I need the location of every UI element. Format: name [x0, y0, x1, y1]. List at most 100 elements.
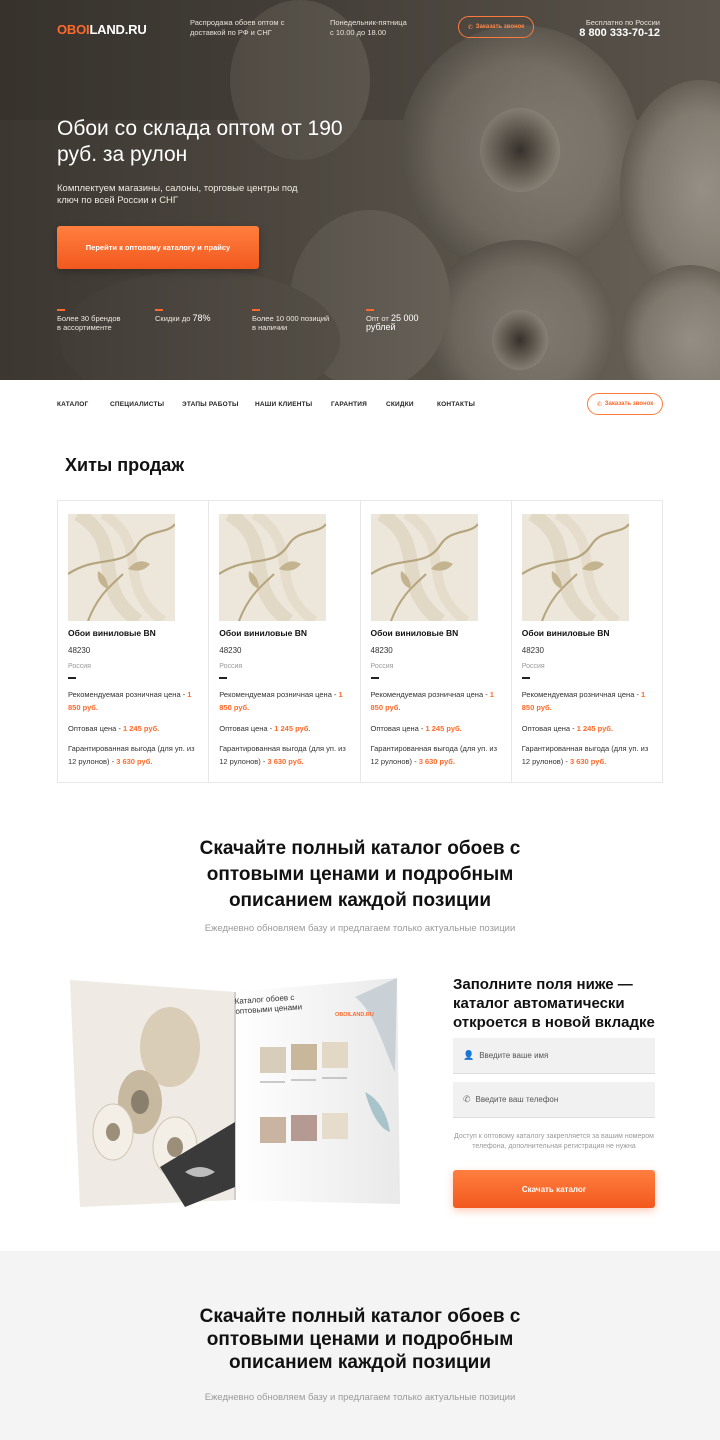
catalog-subtitle: Ежедневно обновляем базу и предлагаем то… — [204, 923, 516, 934]
nav-item-discounts[interactable]: СКИДКИ — [386, 401, 414, 408]
wholesale-price: 1 245 руб. — [576, 724, 613, 733]
product-image[interactable] — [521, 514, 629, 621]
product-name[interactable]: Обои виниловые BN — [522, 628, 610, 638]
logo-part2: LAND.RU — [89, 22, 147, 37]
phone-placeholder: Введите ваш телефон — [475, 1095, 559, 1104]
hero-title: Обои со склада оптом от 190 руб. за руло… — [57, 117, 343, 166]
wallpaper-pattern-image — [68, 514, 175, 621]
stat-positions: Более 10 000 позиций в наличии — [252, 309, 347, 332]
header-callback-button[interactable]: ✆ Заказать звонок — [458, 16, 534, 38]
benefit-value: 3 630 руб. — [569, 757, 607, 766]
product-code: 48230 — [219, 646, 242, 655]
product-code: 48230 — [370, 646, 393, 655]
retail-price-line: Рекомендуемая розничная цена - 1 850 руб… — [371, 688, 506, 714]
wholesale-price: 1 245 руб. — [123, 724, 160, 733]
phone-icon: ✆ — [467, 24, 473, 31]
logo-part1: OBOI — [57, 22, 90, 37]
header-callback-label: Заказать звонок — [475, 24, 525, 30]
wholesale-price-label: Оптовая цена - — [219, 724, 275, 733]
nav-item-catalog[interactable]: КАТАЛОГ — [57, 401, 88, 408]
catalog-magazine-image: Каталог обоев с оптовыми ценами OBOILAND… — [65, 972, 405, 1218]
product-country: Россия — [219, 663, 243, 670]
form-note: Доступ к оптовому каталогу закрепляется … — [454, 1133, 654, 1150]
stat-discount-pre: Скидки до — [155, 314, 193, 323]
catalog2-title: Скачайте полный каталог обоев с оптовыми… — [199, 1306, 521, 1373]
benefit-line: Гарантированная выгода (для уп. из 12 ру… — [219, 742, 354, 768]
site-logo[interactable]: OBOILAND.RU — [57, 22, 147, 37]
download-catalog-button[interactable]: Скачать каталог — [453, 1170, 655, 1208]
nav-item-guarantee[interactable]: ГАРАНТИЯ — [331, 401, 367, 408]
phone-icon: ✆ — [463, 1094, 471, 1104]
phone-field[interactable]: ✆ Введите ваш телефон — [453, 1082, 655, 1118]
stat-positions-post: в наличии — [252, 323, 288, 332]
retail-price-label: Рекомендуемая розничная цена - — [370, 690, 490, 699]
product-image[interactable] — [68, 514, 175, 621]
hits-title: Хиты продаж — [65, 455, 185, 475]
wholesale-price: 1 245 руб. — [274, 724, 311, 733]
benefit-line: Гарантированная выгода (для уп. из 12 ру… — [68, 742, 203, 768]
stat-brands: Более 30 брендов в ассортименте — [57, 309, 137, 332]
product-card[interactable]: Обои виниловые BN 48230 Россия Рекоменду… — [58, 501, 210, 782]
stat-wholesale-post: рублей — [366, 322, 396, 332]
stat-brands-pre: Более 30 брендов — [57, 314, 121, 323]
nav-item-stages[interactable]: ЭТАПЫ РАБОТЫ — [182, 401, 239, 408]
retail-price-line: Рекомендуемая розничная цена - 1 850 руб… — [522, 688, 657, 714]
product-name[interactable]: Обои виниловые BN — [371, 628, 459, 638]
nav-callback-button[interactable]: ✆ Заказать звонок — [587, 393, 663, 415]
hero-subtitle: Комплектуем магазины, салоны, торговые ц… — [57, 183, 298, 206]
retail-price-label: Рекомендуемая розничная цена - — [521, 690, 642, 699]
product-image[interactable] — [219, 514, 327, 621]
wallpaper-pattern-image — [370, 514, 478, 621]
stat-wholesale: Опт от 25 000 рублей — [366, 309, 446, 332]
product-code: 48230 — [521, 646, 544, 655]
benefit-value: 3 630 руб. — [418, 757, 455, 766]
retail-price-line: Рекомендуемая розничная цена - 1 850 руб… — [219, 688, 354, 714]
wholesale-price-line: Оптовая цена - 1 245 руб. — [68, 722, 203, 735]
nav-item-contacts[interactable]: КОНТАКТЫ — [437, 401, 475, 408]
header-hours: Понедельник-пятница с 10.00 до 18.00 — [330, 18, 407, 37]
catalog-cta-button[interactable]: Перейти к оптовому каталогу и прайсу — [57, 226, 259, 269]
header-tagline: Распродажа обоев оптом с доставкой по РФ… — [190, 18, 285, 37]
wallpaper-pattern-image — [219, 514, 327, 621]
product-card[interactable]: Обои виниловые BN 48230 Россия Рекоменду… — [209, 501, 361, 782]
stat-discount: Скидки до 78% — [155, 309, 235, 323]
divider — [219, 677, 228, 679]
wallpaper-pattern-image — [521, 514, 629, 621]
stat-brands-post: в ассортименте — [57, 323, 112, 332]
wholesale-price-label: Оптовая цена - — [521, 724, 577, 733]
wholesale-price-line: Оптовая цена - 1 245 руб. — [371, 722, 506, 735]
product-name[interactable]: Обои виниловые BN — [68, 628, 156, 638]
catalog-title: Скачайте полный каталог обоев с оптовыми… — [199, 838, 521, 911]
product-code: 48230 — [68, 646, 91, 655]
product-name[interactable]: Обои виниловые BN — [219, 628, 307, 638]
benefit-value: 3 630 руб. — [116, 757, 153, 766]
nav-item-specialists[interactable]: СПЕЦИАЛИСТЫ — [110, 401, 164, 408]
benefit-line: Гарантированная выгода (для уп. из 12 ру… — [371, 742, 506, 768]
wholesale-price: 1 245 руб. — [425, 724, 462, 733]
form-title: Заполните поля ниже — каталог автоматиче… — [453, 976, 655, 1031]
product-country: Россия — [370, 663, 394, 670]
retail-price-line: Рекомендуемая розничная цена - 1 850 руб… — [68, 688, 203, 714]
product-country: Россия — [521, 663, 545, 670]
magazine-logo: OBOILAND.RU — [335, 1012, 374, 1018]
wholesale-price-label: Оптовая цена - — [68, 724, 123, 733]
stat-discount-value: 78% — [192, 313, 211, 323]
product-card[interactable]: Обои виниловые BN 48230 Россия Рекоменду… — [512, 501, 662, 782]
wholesale-price-label: Оптовая цена - — [370, 724, 426, 733]
product-card[interactable]: Обои виниловые BN 48230 Россия Рекоменду… — [361, 501, 512, 782]
phone-icon: ✆ — [596, 401, 602, 408]
products-grid: Обои виниловые BN 48230 Россия Рекоменду… — [57, 500, 663, 783]
nav-item-clients[interactable]: НАШИ КЛИЕНТЫ — [255, 401, 312, 408]
divider — [521, 677, 530, 679]
name-field[interactable]: 👤 Введите ваше имя — [453, 1038, 655, 1074]
catalog2-subtitle: Ежедневно обновляем базу и предлагаем то… — [204, 1392, 516, 1403]
product-image[interactable] — [370, 514, 478, 621]
stat-positions-pre: Более 10 000 позиций — [252, 314, 330, 323]
phone-label: Бесплатно по России — [585, 18, 660, 27]
name-placeholder: Введите ваше имя — [479, 1051, 549, 1060]
product-country: Россия — [68, 663, 91, 670]
header-phone[interactable]: 8 800 333-70-12 — [579, 27, 660, 39]
retail-price-label: Рекомендуемая розничная цена - — [68, 690, 188, 699]
wholesale-price-line: Оптовая цена - 1 245 руб. — [219, 722, 354, 735]
wholesale-price-line: Оптовая цена - 1 245 руб. — [522, 722, 657, 735]
